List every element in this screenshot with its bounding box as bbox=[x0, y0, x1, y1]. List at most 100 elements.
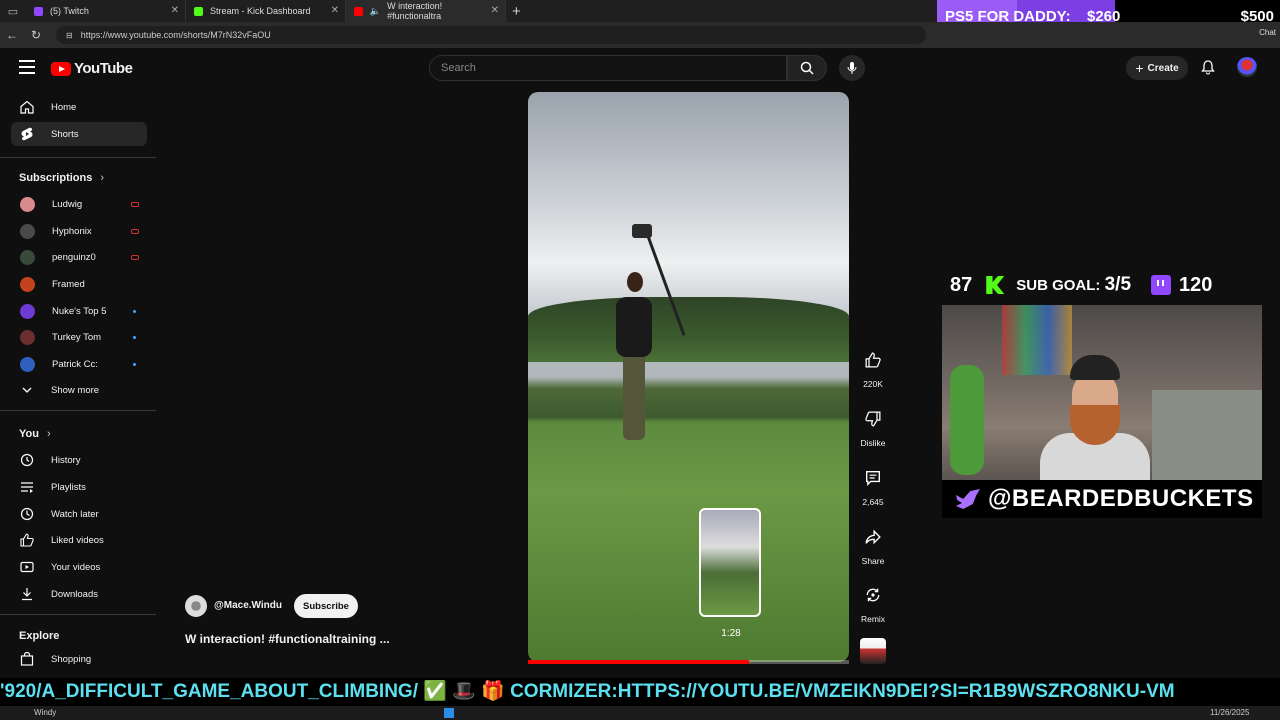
os-taskbar: Windy 11/26/2025 bbox=[0, 706, 1280, 720]
comments-button[interactable]: 2,645 bbox=[856, 463, 890, 507]
sidebar-item-downloads[interactable]: Downloads bbox=[11, 582, 147, 606]
sidebar-item-label: penguinz0 bbox=[52, 251, 96, 263]
home-icon bbox=[20, 100, 34, 114]
search-button[interactable] bbox=[787, 55, 827, 81]
tab-actions-icon[interactable]: ▭ bbox=[0, 0, 26, 22]
kick-logo-icon bbox=[986, 276, 1005, 294]
share-label: Share bbox=[861, 556, 885, 566]
tab-youtube-short[interactable]: 🔈 W interaction! #functionaltra ✕ bbox=[346, 0, 506, 22]
avatar bbox=[20, 196, 35, 212]
sidebar-item-liked-videos[interactable]: Liked videos bbox=[11, 528, 147, 552]
close-icon[interactable]: ✕ bbox=[491, 5, 499, 16]
video-trees bbox=[528, 297, 849, 362]
chevron-right-icon: › bbox=[100, 172, 105, 184]
subscriptions-heading[interactable]: Subscriptions › bbox=[19, 172, 104, 184]
close-icon[interactable]: ✕ bbox=[331, 5, 339, 16]
sidebar-item-hyphonix[interactable]: Hyphonix bbox=[11, 219, 147, 243]
speaker-icon[interactable]: 🔈 bbox=[370, 6, 381, 17]
tab-kick-dashboard[interactable]: Stream - Kick Dashboard ✕ bbox=[186, 0, 346, 22]
sidebar-item-label: Shopping bbox=[51, 653, 92, 665]
back-icon[interactable]: ← bbox=[0, 28, 24, 42]
new-content-dot bbox=[133, 362, 136, 366]
tab-twitch[interactable]: (5) Twitch ✕ bbox=[26, 0, 186, 22]
dislike-button[interactable]: Dislike bbox=[856, 404, 890, 448]
you-heading-label: You bbox=[19, 428, 39, 440]
remix-icon bbox=[866, 588, 880, 602]
twitter-bird-icon bbox=[956, 489, 980, 509]
weather-widget[interactable]: Windy bbox=[34, 708, 56, 717]
sidebar-item-penguinz0[interactable]: penguinz0 bbox=[11, 245, 147, 269]
explore-heading-label: Explore bbox=[19, 630, 60, 642]
close-icon[interactable]: ✕ bbox=[171, 5, 179, 16]
reload-icon[interactable]: ↻ bbox=[24, 28, 48, 42]
youtube-header: YouTube Search + Create bbox=[0, 48, 1280, 88]
search-input[interactable]: Search bbox=[429, 55, 787, 81]
sidebar-item-turkey-tom[interactable]: Turkey Tom bbox=[11, 325, 147, 349]
channel-name[interactable]: @Mace.Windu bbox=[214, 600, 282, 611]
sidebar: Home Shorts Subscriptions › Ludwig Hyphon… bbox=[0, 94, 156, 684]
screen: ▭ (5) Twitch ✕ Stream - Kick Dashboard ✕… bbox=[0, 0, 1280, 720]
taskbar-date[interactable]: 11/26/2025 bbox=[1210, 708, 1249, 717]
kick-favicon-icon bbox=[194, 6, 203, 16]
subscriptions-heading-label: Subscriptions bbox=[19, 172, 93, 184]
browser-toolbar-right bbox=[937, 22, 1280, 48]
share-button[interactable]: Share bbox=[856, 522, 890, 566]
site-info-icon[interactable]: ⊟ bbox=[66, 31, 73, 40]
sidebar-item-your-videos[interactable]: Your videos bbox=[11, 555, 147, 579]
account-avatar[interactable] bbox=[1237, 57, 1257, 77]
twitch-viewer-count: 120 bbox=[1179, 273, 1213, 296]
remix-button[interactable]: Remix bbox=[856, 580, 890, 624]
share-icon bbox=[865, 529, 881, 545]
sidebar-item-watch-later[interactable]: Watch later bbox=[11, 502, 147, 526]
sidebar-item-label: Ludwig bbox=[52, 198, 83, 210]
notifications-button[interactable] bbox=[1200, 59, 1216, 80]
video-person-head bbox=[627, 272, 643, 292]
like-icon bbox=[865, 352, 881, 368]
comment-count: 2,645 bbox=[862, 497, 884, 507]
social-handle: @BEARDEDBUCKETS bbox=[988, 485, 1254, 512]
avatar bbox=[20, 249, 35, 265]
sidebar-item-label: Patrick Cc: bbox=[52, 358, 98, 370]
new-tab-icon[interactable]: + bbox=[512, 3, 521, 20]
explore-heading: Explore bbox=[19, 630, 59, 642]
webcam-shelf bbox=[1002, 305, 1072, 375]
youtube-play-icon bbox=[51, 61, 71, 76]
sidebar-item-nukes-top-5[interactable]: Nuke's Top 5 bbox=[11, 299, 147, 323]
sidebar-item-patrick-cc[interactable]: Patrick Cc: bbox=[11, 352, 147, 376]
channel-avatar[interactable] bbox=[185, 595, 207, 617]
sidebar-item-shopping[interactable]: Shopping bbox=[11, 647, 147, 671]
url-field[interactable]: ⊟ https://www.youtube.com/shorts/M7rN32v… bbox=[56, 26, 926, 44]
chevron-down-icon bbox=[20, 383, 34, 397]
sidebar-item-ludwig[interactable]: Ludwig bbox=[11, 192, 147, 216]
subscribe-button[interactable]: Subscribe bbox=[294, 594, 358, 618]
voice-search-button[interactable] bbox=[839, 55, 865, 81]
new-content-dot bbox=[133, 309, 136, 313]
chat-button[interactable]: Chat bbox=[1259, 28, 1276, 37]
shorts-video-player[interactable] bbox=[528, 92, 849, 662]
youtube-logo[interactable]: YouTube bbox=[51, 60, 133, 77]
create-label: Create bbox=[1147, 62, 1179, 74]
sidebar-item-playlists[interactable]: Playlists bbox=[11, 475, 147, 499]
sidebar-item-history[interactable]: History bbox=[11, 448, 147, 472]
sidebar-item-shorts[interactable]: Shorts bbox=[11, 122, 147, 146]
video-mace-head bbox=[632, 224, 652, 238]
streamer-webcam bbox=[942, 305, 1262, 480]
windows-start-icon[interactable] bbox=[444, 708, 454, 718]
sidebar-item-show-more[interactable]: Show more bbox=[11, 378, 147, 402]
search-icon bbox=[800, 61, 814, 75]
tab-title: (5) Twitch bbox=[50, 6, 89, 16]
you-heading[interactable]: You › bbox=[19, 428, 51, 440]
tab-title: Stream - Kick Dashboard bbox=[210, 6, 311, 16]
avatar bbox=[20, 329, 35, 345]
avatar bbox=[20, 303, 35, 319]
video-title[interactable]: W interaction! #functionaltraining ... bbox=[185, 632, 390, 646]
sidebar-item-label: Framed bbox=[52, 278, 85, 290]
sidebar-item-home[interactable]: Home bbox=[11, 95, 147, 119]
sidebar-item-framed[interactable]: Framed bbox=[11, 272, 147, 296]
create-button[interactable]: + Create bbox=[1126, 56, 1188, 80]
like-button[interactable]: 220K bbox=[856, 345, 890, 389]
sound-thumbnail[interactable] bbox=[860, 638, 886, 664]
video-progress-bar[interactable] bbox=[528, 660, 849, 664]
menu-icon[interactable] bbox=[19, 60, 35, 78]
video-person-legs bbox=[623, 350, 645, 440]
